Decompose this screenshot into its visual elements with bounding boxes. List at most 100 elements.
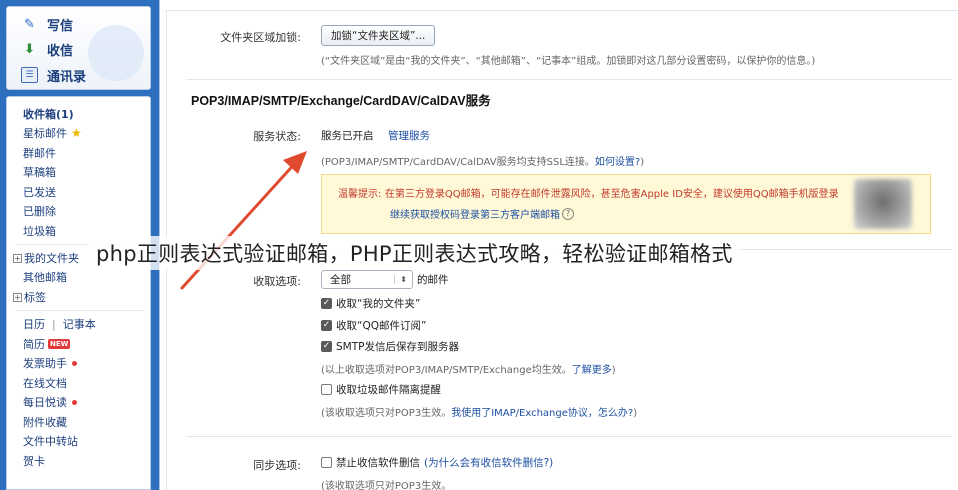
nav-docs[interactable]: 在线文档 bbox=[23, 374, 67, 392]
blurred-qr-image bbox=[854, 179, 912, 229]
nav-tags-label: 标签 bbox=[24, 291, 46, 304]
mascot-watermark bbox=[88, 25, 144, 81]
service-status-label: 服务状态: bbox=[253, 130, 301, 143]
folder-lock-label: 文件夹区域加锁: bbox=[220, 31, 301, 44]
folder-nav: 收件箱(1) 星标邮件 ★ 群邮件 草稿箱 已发送 已删除 垃圾箱 + 我的文件… bbox=[6, 96, 151, 490]
nav-my-folders[interactable]: + 我的文件夹 bbox=[13, 249, 79, 267]
learn-more-link[interactable]: 了解更多 bbox=[572, 365, 612, 376]
nav-resume[interactable]: 简历 NEW bbox=[23, 335, 71, 353]
receive-mail-link[interactable]: ⬇ 收信 bbox=[21, 38, 73, 60]
ssl-note-text: (POP3/IMAP/SMTP/CardDAV/CalDAV服务均支持SSL连接… bbox=[321, 157, 595, 168]
warning-text: 在第三方登录QQ邮箱，可能存在邮件泄露风险，甚至危害Apple ID安全，建议使… bbox=[384, 189, 839, 200]
option-smtp-save-label: SMTP发信后保存到服务器 bbox=[336, 341, 459, 353]
option-my-folders[interactable]: ✓ 收取“我的文件夹” bbox=[321, 296, 420, 311]
get-auth-code-link[interactable]: 继续获取授权码登录第三方客户端邮箱 bbox=[390, 206, 560, 221]
sync-options-label: 同步选项: bbox=[253, 459, 301, 472]
nav-attachments[interactable]: 附件收藏 bbox=[23, 413, 67, 431]
contacts-link[interactable]: ☰ 通讯录 bbox=[21, 64, 86, 86]
new-badge: NEW bbox=[48, 339, 71, 349]
nav-deleted-label: 已删除 bbox=[23, 205, 56, 218]
nav-invoice[interactable]: 发票助手 bbox=[23, 354, 77, 372]
pop3-note-text: (该收取选项只对POP3生效。 bbox=[321, 408, 452, 419]
nav-tags[interactable]: + 标签 bbox=[13, 288, 46, 306]
nav-daily-reading[interactable]: 每日悦读 bbox=[23, 393, 77, 411]
nav-cards[interactable]: 贺卡 bbox=[23, 452, 45, 470]
nav-notes-link[interactable]: 记事本 bbox=[63, 316, 96, 332]
option-block-delete-label: 禁止收信软件删信 bbox=[336, 457, 420, 469]
write-label: 写信 bbox=[47, 18, 74, 34]
nav-attachments-label: 附件收藏 bbox=[23, 416, 67, 429]
sync-note: (该收取选项只对POP3生效。 bbox=[321, 481, 452, 490]
nav-deleted[interactable]: 已删除 bbox=[23, 202, 56, 220]
nav-starred-label: 星标邮件 bbox=[23, 127, 67, 140]
why-delete-link[interactable]: (为什么会有收信软件删信?) bbox=[424, 455, 553, 470]
receive-range-select[interactable]: 全部 ⬍ bbox=[321, 270, 413, 289]
unread-dot-icon bbox=[72, 360, 77, 366]
pencil-icon: ✎ bbox=[24, 16, 35, 32]
section-title: POP3/IMAP/SMTP/Exchange/CardDAV/CalDAV服务 bbox=[191, 94, 491, 108]
checkbox-checked-icon[interactable]: ✓ bbox=[321, 341, 332, 352]
nav-other-mailboxes[interactable]: 其他邮箱 bbox=[23, 268, 67, 286]
warning-link-row: 继续获取授权码登录第三方客户端邮箱 ? bbox=[390, 206, 574, 221]
nav-inbox[interactable]: 收件箱(1) bbox=[23, 105, 74, 123]
checkbox-unchecked-icon[interactable] bbox=[321, 384, 332, 395]
imap-exchange-help-link[interactable]: 我使用了IMAP/Exchange协议，怎么办? bbox=[451, 408, 633, 419]
warning-line: 温馨提示: 在第三方登录QQ邮箱，可能存在邮件泄露风险，甚至危害Apple ID… bbox=[338, 185, 839, 200]
help-circle-icon[interactable]: ? bbox=[562, 207, 574, 220]
folder-lock-button[interactable]: 加锁“文件夹区域”... bbox=[321, 25, 436, 46]
nav-docs-label: 在线文档 bbox=[23, 377, 67, 390]
contacts-label: 通讯录 bbox=[47, 69, 87, 85]
inbox-download-icon: ⬇ bbox=[24, 41, 35, 57]
options-note-end: ) bbox=[611, 365, 616, 376]
nav-calendar-link[interactable]: 日历 bbox=[23, 316, 45, 332]
receive-options-label: 收取选项: bbox=[253, 275, 301, 288]
checkbox-checked-icon[interactable]: ✓ bbox=[321, 320, 332, 331]
receive-suffix: 的邮件 bbox=[417, 274, 449, 286]
checkbox-unchecked-icon[interactable] bbox=[321, 457, 332, 468]
star-icon: ★ bbox=[71, 126, 82, 140]
option-qq-subscription[interactable]: ✓ 收取“QQ邮件订阅” bbox=[321, 318, 426, 333]
options-note: (以上收取选项对POP3/IMAP/SMTP/Exchange均生效。了解更多) bbox=[321, 361, 616, 376]
nav-groups-label: 群邮件 bbox=[23, 147, 56, 160]
option-qq-subscription-label: 收取“QQ邮件订阅” bbox=[336, 320, 427, 332]
option-spam-isolate-label: 收取垃圾邮件隔离提醒 bbox=[336, 384, 441, 396]
nav-file-transfer[interactable]: 文件中转站 bbox=[23, 432, 78, 450]
select-caret-icon: ⬍ bbox=[394, 275, 407, 284]
service-status-value: 服务已开启 bbox=[321, 130, 374, 142]
receive-select-value: 全部 bbox=[330, 274, 351, 286]
nav-drafts[interactable]: 草稿箱 bbox=[23, 163, 56, 181]
nav-divider bbox=[15, 310, 143, 311]
checkbox-checked-icon[interactable]: ✓ bbox=[321, 298, 332, 309]
expand-plus-icon[interactable]: + bbox=[13, 292, 22, 302]
ssl-setup-link[interactable]: 如何设置? bbox=[595, 157, 640, 168]
options-note-text: (以上收取选项对POP3/IMAP/SMTP/Exchange均生效。 bbox=[321, 365, 572, 376]
article-title-overlay: php正则表达式验证邮箱，PHP正则表达式攻略，轻松验证邮箱格式 bbox=[88, 236, 741, 270]
ssl-note: (POP3/IMAP/SMTP/CardDAV/CalDAV服务均支持SSL连接… bbox=[321, 153, 644, 168]
expand-plus-icon[interactable]: + bbox=[13, 253, 22, 263]
pop3-note: (该收取选项只对POP3生效。我使用了IMAP/Exchange协议，怎么办?) bbox=[321, 404, 637, 419]
nav-calendar-notes: 日历 | 记事本 bbox=[23, 315, 96, 333]
option-spam-isolate[interactable]: 收取垃圾邮件隔离提醒 bbox=[321, 382, 441, 397]
nav-separator: | bbox=[52, 317, 56, 331]
ssl-note-end: ) bbox=[640, 157, 645, 168]
nav-daily-reading-label: 每日悦读 bbox=[23, 396, 67, 409]
nav-groups[interactable]: 群邮件 bbox=[23, 144, 56, 162]
nav-other-mailboxes-label: 其他邮箱 bbox=[23, 271, 67, 284]
section-divider bbox=[187, 436, 952, 437]
inbox-label: 收信 bbox=[47, 43, 74, 59]
unread-dot-icon bbox=[72, 399, 77, 405]
nav-sent[interactable]: 已发送 bbox=[23, 183, 56, 201]
nav-inbox-label: 收件箱(1) bbox=[23, 108, 74, 121]
write-mail-link[interactable]: ✎ 写信 bbox=[21, 13, 73, 35]
manage-service-link[interactable]: 管理服务 bbox=[388, 128, 430, 143]
option-smtp-save[interactable]: ✓ SMTP发信后保存到服务器 bbox=[321, 339, 459, 354]
option-my-folders-label: 收取“我的文件夹” bbox=[336, 298, 421, 310]
nav-invoice-label: 发票助手 bbox=[23, 357, 67, 370]
nav-drafts-label: 草稿箱 bbox=[23, 166, 56, 179]
address-book-icon: ☰ bbox=[21, 67, 38, 83]
security-warning-box: 温馨提示: 在第三方登录QQ邮箱，可能存在邮件泄露风险，甚至危害Apple ID… bbox=[321, 174, 931, 234]
nav-spam[interactable]: 垃圾箱 bbox=[23, 222, 56, 240]
option-block-delete[interactable]: 禁止收信软件删信 (为什么会有收信软件删信?) bbox=[321, 455, 553, 470]
nav-starred[interactable]: 星标邮件 ★ bbox=[23, 124, 82, 142]
nav-sent-label: 已发送 bbox=[23, 186, 56, 199]
